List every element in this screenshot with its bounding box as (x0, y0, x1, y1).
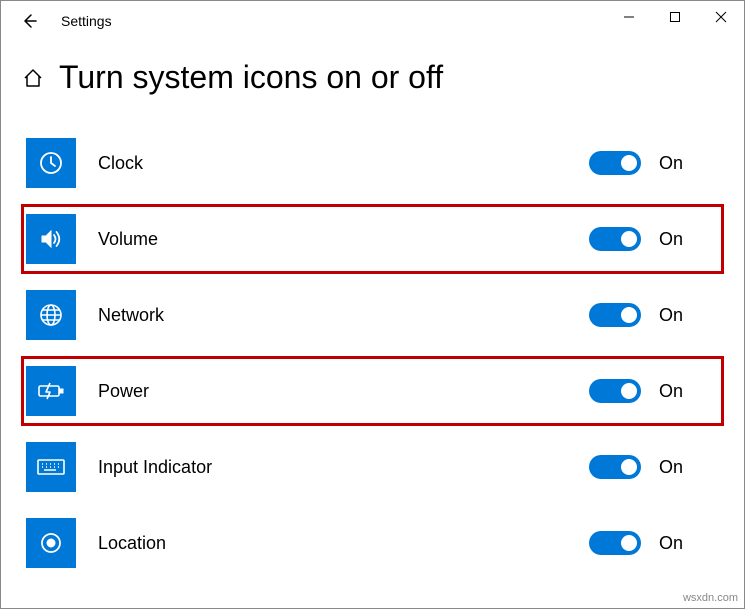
list-item: Volume On (26, 209, 719, 269)
toggle-switch[interactable] (589, 227, 641, 251)
list-row-wrap: Power On (21, 356, 724, 426)
toggle-state-label: On (659, 381, 719, 402)
home-icon (22, 67, 44, 89)
window-title: Settings (61, 13, 112, 29)
close-icon (715, 11, 727, 23)
location-icon (26, 518, 76, 568)
toggle-state-label: On (659, 153, 719, 174)
toggle-state-label: On (659, 533, 719, 554)
toggle-state-label: On (659, 229, 719, 250)
list-row-wrap: Location On (21, 508, 724, 578)
page-title: Turn system icons on or off (59, 59, 443, 96)
page-heading: Turn system icons on or off (21, 59, 724, 96)
window-controls (606, 1, 744, 33)
system-icons-list: ClockOnVolumeOnNetworkOnPowerOnInput Ind… (21, 128, 724, 584)
toggle-switch[interactable] (589, 379, 641, 403)
list-row-wrap: Volume On (21, 204, 724, 274)
list-row-wrap: Network On (21, 280, 724, 350)
keyboard-icon (26, 442, 76, 492)
power-icon (26, 366, 76, 416)
toggle-switch[interactable] (589, 531, 641, 555)
list-row-wrap: Input Indicator On (21, 432, 724, 502)
content-area: Turn system icons on or off ClockOnVolum… (1, 41, 744, 584)
list-item: Network On (26, 285, 719, 345)
item-label: Network (98, 305, 589, 326)
item-label: Volume (98, 229, 589, 250)
list-item: Location On (26, 513, 719, 573)
minimize-button[interactable] (606, 1, 652, 33)
titlebar: Settings (1, 1, 744, 41)
maximize-icon (669, 11, 681, 23)
arrow-left-icon (20, 12, 38, 30)
item-label: Clock (98, 153, 589, 174)
list-item: Input Indicator On (26, 437, 719, 497)
back-button[interactable] (9, 1, 49, 41)
close-button[interactable] (698, 1, 744, 33)
clock-icon (26, 138, 76, 188)
toggle-switch[interactable] (589, 151, 641, 175)
list-item: Clock On (26, 133, 719, 193)
list-item: Power On (26, 361, 719, 421)
item-label: Input Indicator (98, 457, 589, 478)
list-row-wrap: Clock On (21, 128, 724, 198)
network-icon (26, 290, 76, 340)
toggle-state-label: On (659, 457, 719, 478)
toggle-switch[interactable] (589, 455, 641, 479)
toggle-state-label: On (659, 305, 719, 326)
item-label: Location (98, 533, 589, 554)
volume-icon (26, 214, 76, 264)
minimize-icon (623, 11, 635, 23)
watermark: wsxdn.com (683, 592, 738, 604)
maximize-button[interactable] (652, 1, 698, 33)
home-button[interactable] (21, 67, 45, 89)
item-label: Power (98, 381, 589, 402)
toggle-switch[interactable] (589, 303, 641, 327)
